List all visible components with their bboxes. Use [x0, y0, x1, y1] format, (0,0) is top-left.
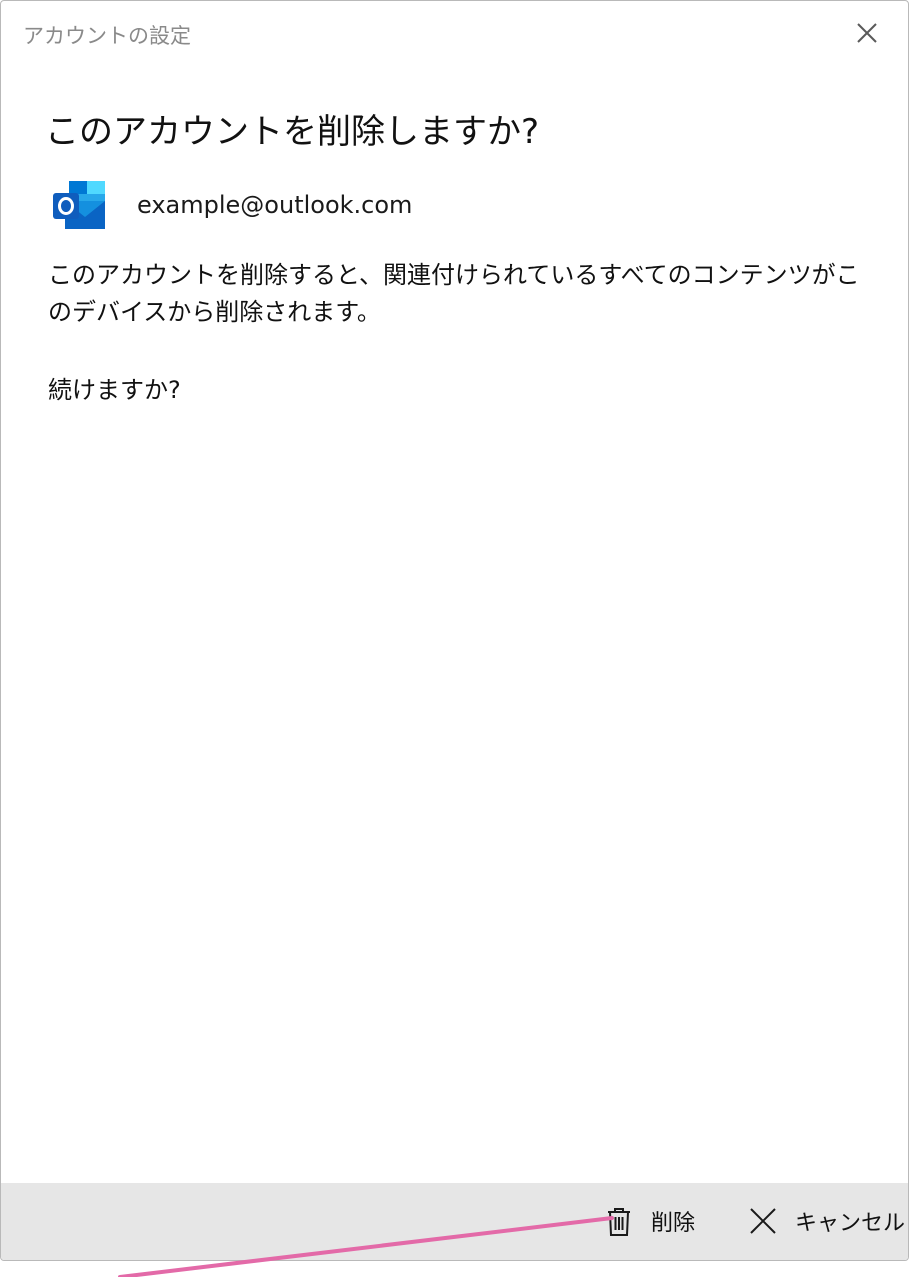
outlook-icon — [51, 179, 107, 231]
delete-button[interactable]: 削除 — [601, 1199, 695, 1243]
window-title: アカウントの設定 — [23, 24, 191, 48]
account-settings-window: アカウントの設定 このアカウントを削除しますか? example@outlook… — [0, 0, 909, 1261]
dialog-footer: 削除 キャンセル — [1, 1183, 908, 1260]
close-icon — [857, 23, 877, 43]
dialog-message: このアカウントを削除すると、関連付けられているすべてのコンテンツがこのデバイスか… — [48, 261, 860, 326]
confirm-question: 続けますか? — [48, 376, 181, 404]
window-close-button[interactable] — [852, 18, 882, 48]
account-row: example@outlook.com — [51, 179, 412, 231]
title-bar: アカウントの設定 — [1, 1, 908, 63]
delete-button-label: 削除 — [651, 1211, 696, 1236]
account-email: example@outlook.com — [137, 191, 413, 219]
dialog-heading: このアカウントを削除しますか? — [45, 112, 540, 152]
close-icon — [745, 1203, 781, 1239]
cancel-button-label: キャンセル — [795, 1211, 906, 1236]
cancel-button[interactable]: キャンセル — [745, 1199, 905, 1243]
trash-icon — [601, 1203, 637, 1239]
